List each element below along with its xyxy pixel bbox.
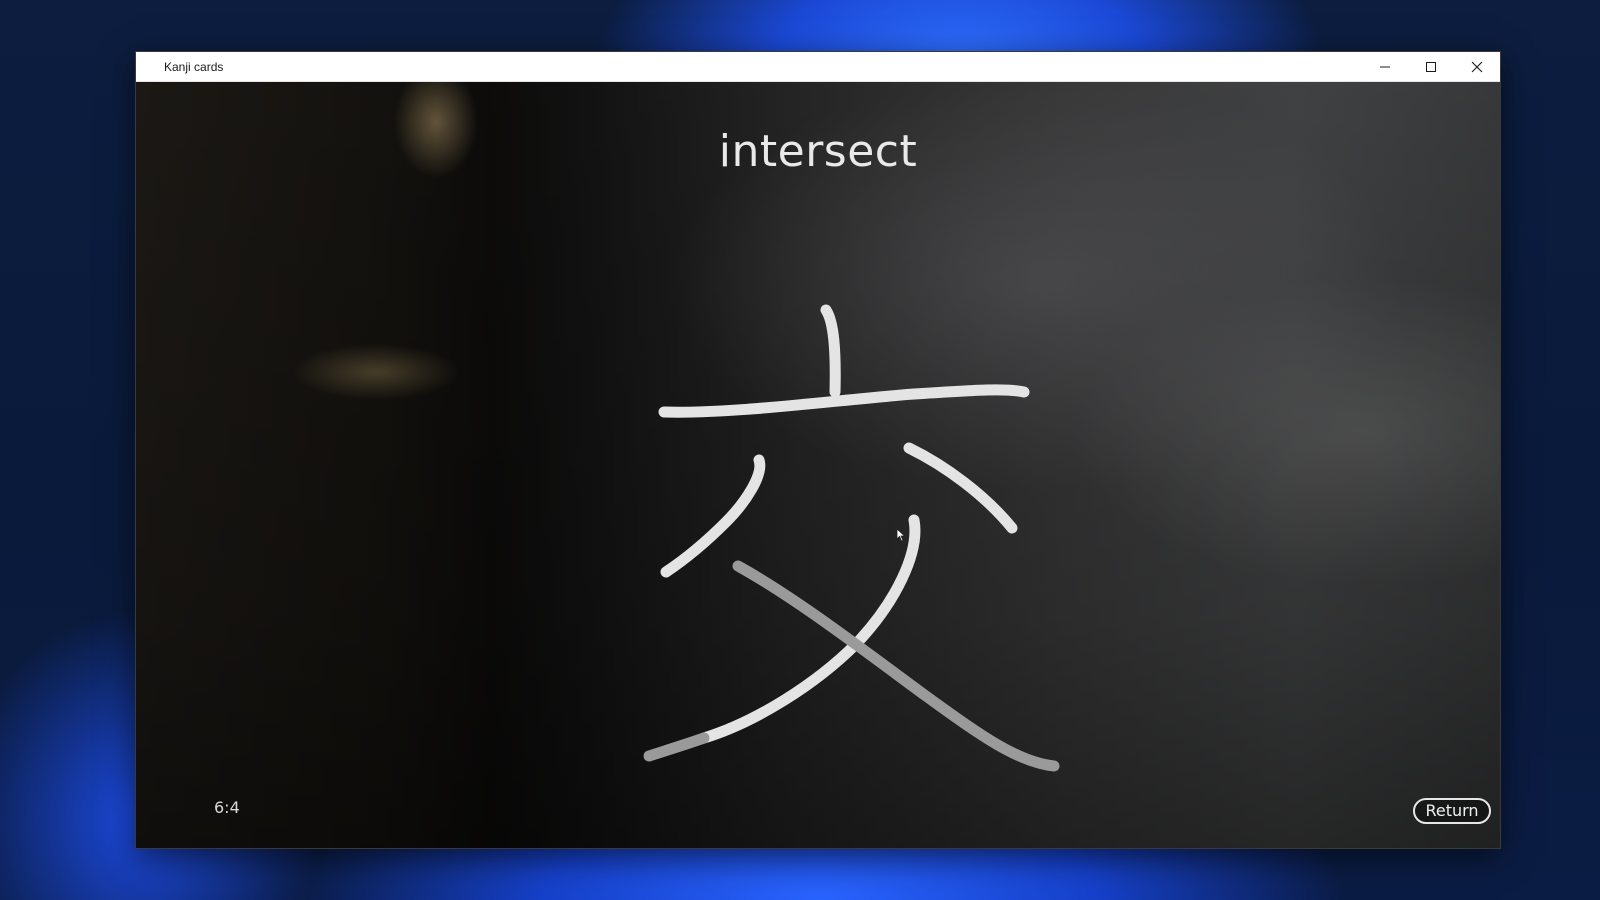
minimize-icon xyxy=(1380,66,1390,68)
app-window: Kanji cards intersect 6:4 Return xyxy=(135,51,1501,849)
maximize-button[interactable] xyxy=(1408,52,1454,82)
mouse-cursor-icon xyxy=(896,528,906,542)
kanji-stroke-4 xyxy=(903,442,1018,534)
minimize-button[interactable] xyxy=(1362,52,1408,82)
maximize-icon xyxy=(1426,62,1436,72)
kanji-stroke-1 xyxy=(820,304,841,398)
close-button[interactable] xyxy=(1454,52,1500,82)
card-area[interactable]: intersect 6:4 Return xyxy=(136,82,1500,848)
title-bar[interactable]: Kanji cards xyxy=(136,52,1500,82)
kanji-stroke-3 xyxy=(660,454,766,578)
desktop-wallpaper: Kanji cards intersect 6:4 Return xyxy=(0,0,1600,900)
card-counter: 6:4 xyxy=(214,798,240,817)
kanji-stroke-5-tail xyxy=(643,732,710,762)
close-icon xyxy=(1471,61,1483,73)
window-title: Kanji cards xyxy=(164,60,224,74)
return-button[interactable]: Return xyxy=(1413,798,1491,824)
kanji-stroke-5 xyxy=(698,514,921,744)
kanji-drawing[interactable] xyxy=(136,82,1500,848)
kanji-stroke-2 xyxy=(658,384,1030,418)
